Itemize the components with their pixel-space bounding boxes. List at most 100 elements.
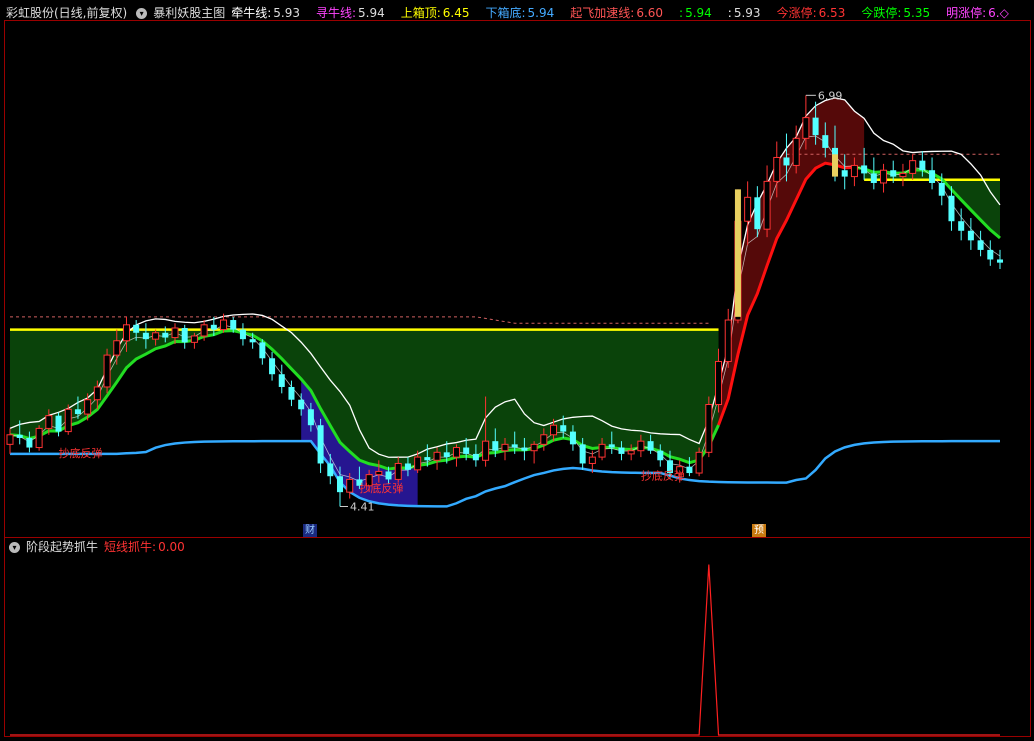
candle-body-down[interactable] — [288, 386, 295, 400]
candle-body-up[interactable] — [695, 451, 703, 474]
candle-body-down[interactable] — [958, 221, 965, 231]
candle-body-up[interactable] — [637, 440, 645, 452]
candle-body-up[interactable] — [113, 340, 121, 356]
marker-cai[interactable]: 财 — [303, 524, 317, 537]
candle-body-down[interactable] — [74, 409, 81, 415]
candle-body-down[interactable] — [783, 157, 790, 166]
candle-body-down[interactable] — [26, 437, 33, 448]
candle-body-up[interactable] — [588, 456, 596, 464]
candle-body-up[interactable] — [122, 324, 130, 342]
candle-body-up[interactable] — [64, 408, 72, 433]
candle-body-down[interactable] — [608, 444, 615, 448]
candle-body-up[interactable] — [346, 478, 354, 493]
candle-body-down[interactable] — [861, 165, 868, 174]
candle-body-down[interactable] — [278, 374, 285, 387]
candle-body-down[interactable] — [822, 135, 829, 148]
candle-body-down[interactable] — [385, 471, 392, 480]
candle-body-up[interactable] — [598, 443, 606, 458]
candle-body-up[interactable] — [103, 354, 111, 388]
candle-body-down[interactable] — [210, 324, 217, 330]
candle-body-down[interactable] — [560, 425, 567, 432]
stock-name[interactable]: 彩虹股份(日线,前复权) — [6, 6, 127, 20]
candle-body-up[interactable] — [84, 399, 92, 415]
candle-body-down[interactable] — [55, 415, 62, 432]
candle-body-down[interactable] — [929, 170, 936, 183]
candle-body-down[interactable] — [472, 453, 479, 461]
candle-body-down[interactable] — [443, 452, 450, 458]
candle-body-down[interactable] — [492, 441, 499, 451]
candle-body-down[interactable] — [511, 444, 518, 448]
collapse-icon[interactable]: ▾ — [9, 542, 20, 553]
candle-body-down[interactable] — [404, 463, 411, 470]
candle-body-down[interactable] — [870, 173, 877, 183]
candle-body-down[interactable] — [919, 160, 926, 171]
candle-body-down[interactable] — [142, 332, 149, 340]
candle-body-down[interactable] — [269, 358, 276, 375]
candle-body-down[interactable] — [754, 197, 761, 230]
candle-body-down[interactable] — [298, 399, 305, 410]
candle-body-down[interactable] — [259, 342, 266, 359]
candle-body-up[interactable] — [93, 386, 101, 401]
candle-body-up[interactable] — [792, 137, 800, 166]
candle-body-down[interactable] — [948, 195, 955, 222]
candle-body-up[interactable] — [152, 332, 160, 340]
candle-body-up[interactable] — [909, 160, 917, 174]
candle-body-up[interactable] — [530, 443, 538, 452]
candle-body-down[interactable] — [977, 240, 984, 250]
candle-body-up[interactable] — [45, 415, 53, 429]
indicator-name[interactable]: 暴利妖股主图 — [153, 6, 225, 20]
candle-body-down[interactable] — [16, 434, 23, 438]
candle-body-down[interactable] — [521, 447, 528, 451]
candle-body-down[interactable] — [424, 457, 431, 461]
candle-body-down[interactable] — [327, 463, 334, 477]
candle-body-up[interactable] — [433, 451, 441, 461]
candle-body-up[interactable] — [35, 427, 43, 449]
candle-body-up[interactable] — [899, 172, 907, 178]
candle-body-down[interactable] — [569, 431, 576, 445]
candle-body-down[interactable] — [317, 425, 324, 464]
chart-canvas[interactable]: 6.994.41抄底反弹抄底反弹抄底反弹 — [0, 0, 1034, 741]
candle-body-up[interactable] — [627, 450, 635, 455]
candle-body-up[interactable] — [550, 424, 558, 436]
candle-body-down[interactable] — [249, 339, 256, 343]
candle-body-down[interactable] — [336, 476, 344, 493]
candle-body-down[interactable] — [812, 117, 819, 136]
candle-body-up[interactable] — [705, 404, 713, 453]
candle-body-down[interactable] — [987, 249, 994, 260]
candle-body-down[interactable] — [938, 182, 945, 196]
candle-body-down[interactable] — [239, 329, 246, 340]
candle-body-up[interactable] — [850, 164, 858, 178]
candle-body-up[interactable] — [715, 360, 723, 405]
candle-body-down[interactable] — [618, 447, 625, 454]
candle-body-down[interactable] — [230, 320, 237, 330]
candle-body-down[interactable] — [579, 444, 586, 464]
candle-body-up[interactable] — [6, 434, 14, 445]
candle-body-down[interactable] — [686, 466, 693, 474]
collapse-icon[interactable]: ▾ — [136, 8, 148, 19]
candle-body-down[interactable] — [657, 450, 664, 461]
candle-body-up[interactable] — [880, 169, 888, 184]
candle-body-down[interactable] — [307, 409, 314, 426]
candle-body-up[interactable] — [190, 335, 198, 343]
candle-body-down[interactable] — [890, 170, 897, 177]
candle-body-down[interactable] — [967, 230, 974, 241]
candle-body-up[interactable] — [375, 470, 383, 476]
candle-body-up[interactable] — [724, 319, 732, 362]
candle-body-up[interactable] — [773, 156, 781, 182]
candle-body-down[interactable] — [841, 170, 848, 177]
candle-body-down[interactable] — [133, 324, 140, 333]
candle-body-up[interactable] — [171, 327, 179, 339]
candle-body-down[interactable] — [996, 259, 1004, 263]
candle-body-down[interactable] — [181, 328, 188, 343]
candle-body-up[interactable] — [501, 443, 509, 452]
candle-body-up[interactable] — [414, 456, 422, 471]
candle-body-down[interactable] — [162, 332, 169, 338]
candle-body-up[interactable] — [482, 440, 490, 461]
candle-body-up[interactable] — [452, 447, 460, 458]
marker-yu[interactable]: 预 — [752, 524, 766, 537]
candle-body-down[interactable] — [463, 447, 470, 454]
candle-body-up[interactable] — [744, 196, 752, 222]
candle-body-up[interactable] — [802, 117, 810, 139]
candle-body-down[interactable] — [647, 441, 654, 451]
candle-body-up[interactable] — [220, 319, 228, 331]
